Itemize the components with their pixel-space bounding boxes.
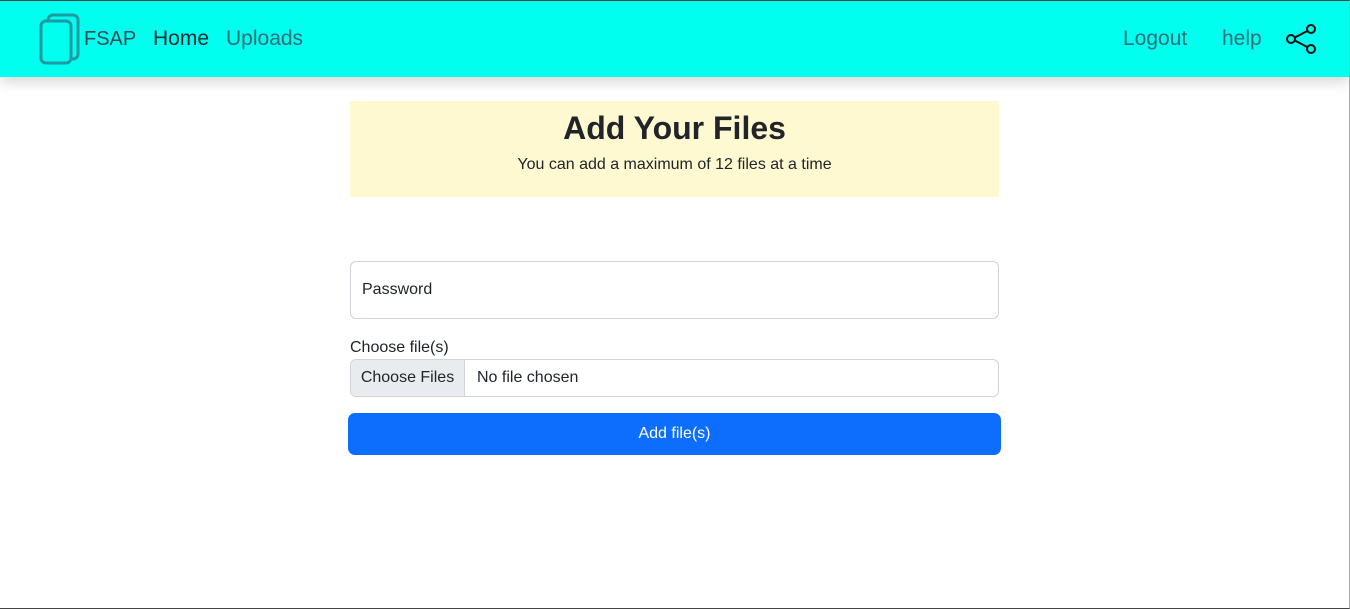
navbar: FSAP Home Uploads Logout help xyxy=(0,0,1350,77)
choose-files-button[interactable]: Choose Files xyxy=(351,360,465,396)
add-files-banner: Add Your Files You can add a maximum of … xyxy=(350,101,999,197)
page-title: Add Your Files xyxy=(563,110,786,146)
file-status-text: No file chosen xyxy=(477,369,579,386)
nav-help-link[interactable]: help xyxy=(1222,27,1262,51)
file-input[interactable]: Choose Files No file chosen xyxy=(350,359,999,397)
add-files-button[interactable]: Add file(s) xyxy=(348,413,1001,455)
nav-home-link[interactable]: Home xyxy=(153,27,209,51)
stacked-files-icon[interactable] xyxy=(38,13,84,65)
nav-logout-link[interactable]: Logout xyxy=(1123,27,1187,51)
nav-uploads-link[interactable]: Uploads xyxy=(226,27,303,51)
banner-subtitle: You can add a maximum of 12 files at a t… xyxy=(517,156,832,173)
password-input[interactable] xyxy=(350,261,999,319)
share-icon[interactable] xyxy=(1284,22,1318,56)
file-input-label: Choose file(s) xyxy=(350,339,449,356)
brand-name[interactable]: FSAP xyxy=(84,28,136,51)
